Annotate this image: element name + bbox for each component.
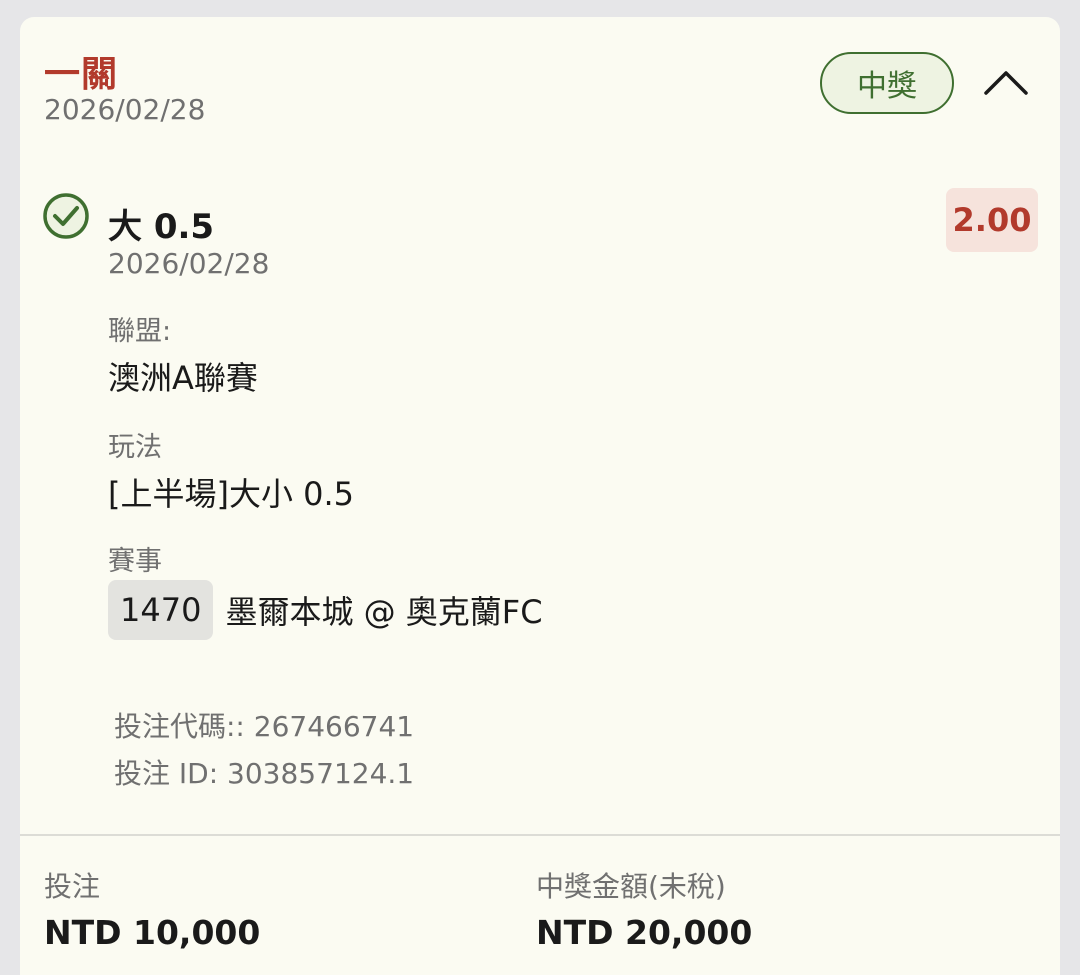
check-circle-icon	[42, 192, 90, 240]
event-label: 賽事	[108, 546, 162, 577]
event-row: 1470 墨爾本城 @ 奧克蘭FC	[108, 580, 543, 640]
stake-value: NTD 10,000	[44, 913, 261, 952]
league-value: 澳洲A聯賽	[108, 359, 258, 397]
bet-date: 2026/02/28	[44, 93, 206, 126]
event-name: 墨爾本城 @ 奧克蘭FC	[225, 593, 543, 631]
win-amount-value: NTD 20,000	[536, 913, 753, 952]
selection-date: 2026/02/28	[108, 247, 270, 280]
stake-label: 投注	[44, 870, 101, 903]
bet-card: 一關 2026/02/28 中獎 大 0.5 2.00 2026/02/28 聯…	[20, 17, 1060, 975]
bet-code: 投注代碼:: 267466741	[114, 710, 415, 743]
divider	[20, 834, 1060, 836]
status-badge: 中獎	[820, 52, 954, 114]
market-value: [上半場]大小 0.5	[108, 475, 355, 513]
selection-name: 大 0.5	[108, 207, 215, 247]
league-label: 聯盟:	[108, 316, 172, 347]
bet-type-title: 一關	[44, 54, 119, 95]
win-amount-label: 中獎金額(未稅)	[536, 870, 726, 903]
chevron-up-icon[interactable]	[982, 63, 1030, 103]
bet-id: 投注 ID: 303857124.1	[114, 757, 415, 790]
event-number-badge: 1470	[108, 580, 214, 640]
market-label: 玩法	[108, 432, 162, 463]
odds-badge: 2.00	[946, 188, 1038, 252]
